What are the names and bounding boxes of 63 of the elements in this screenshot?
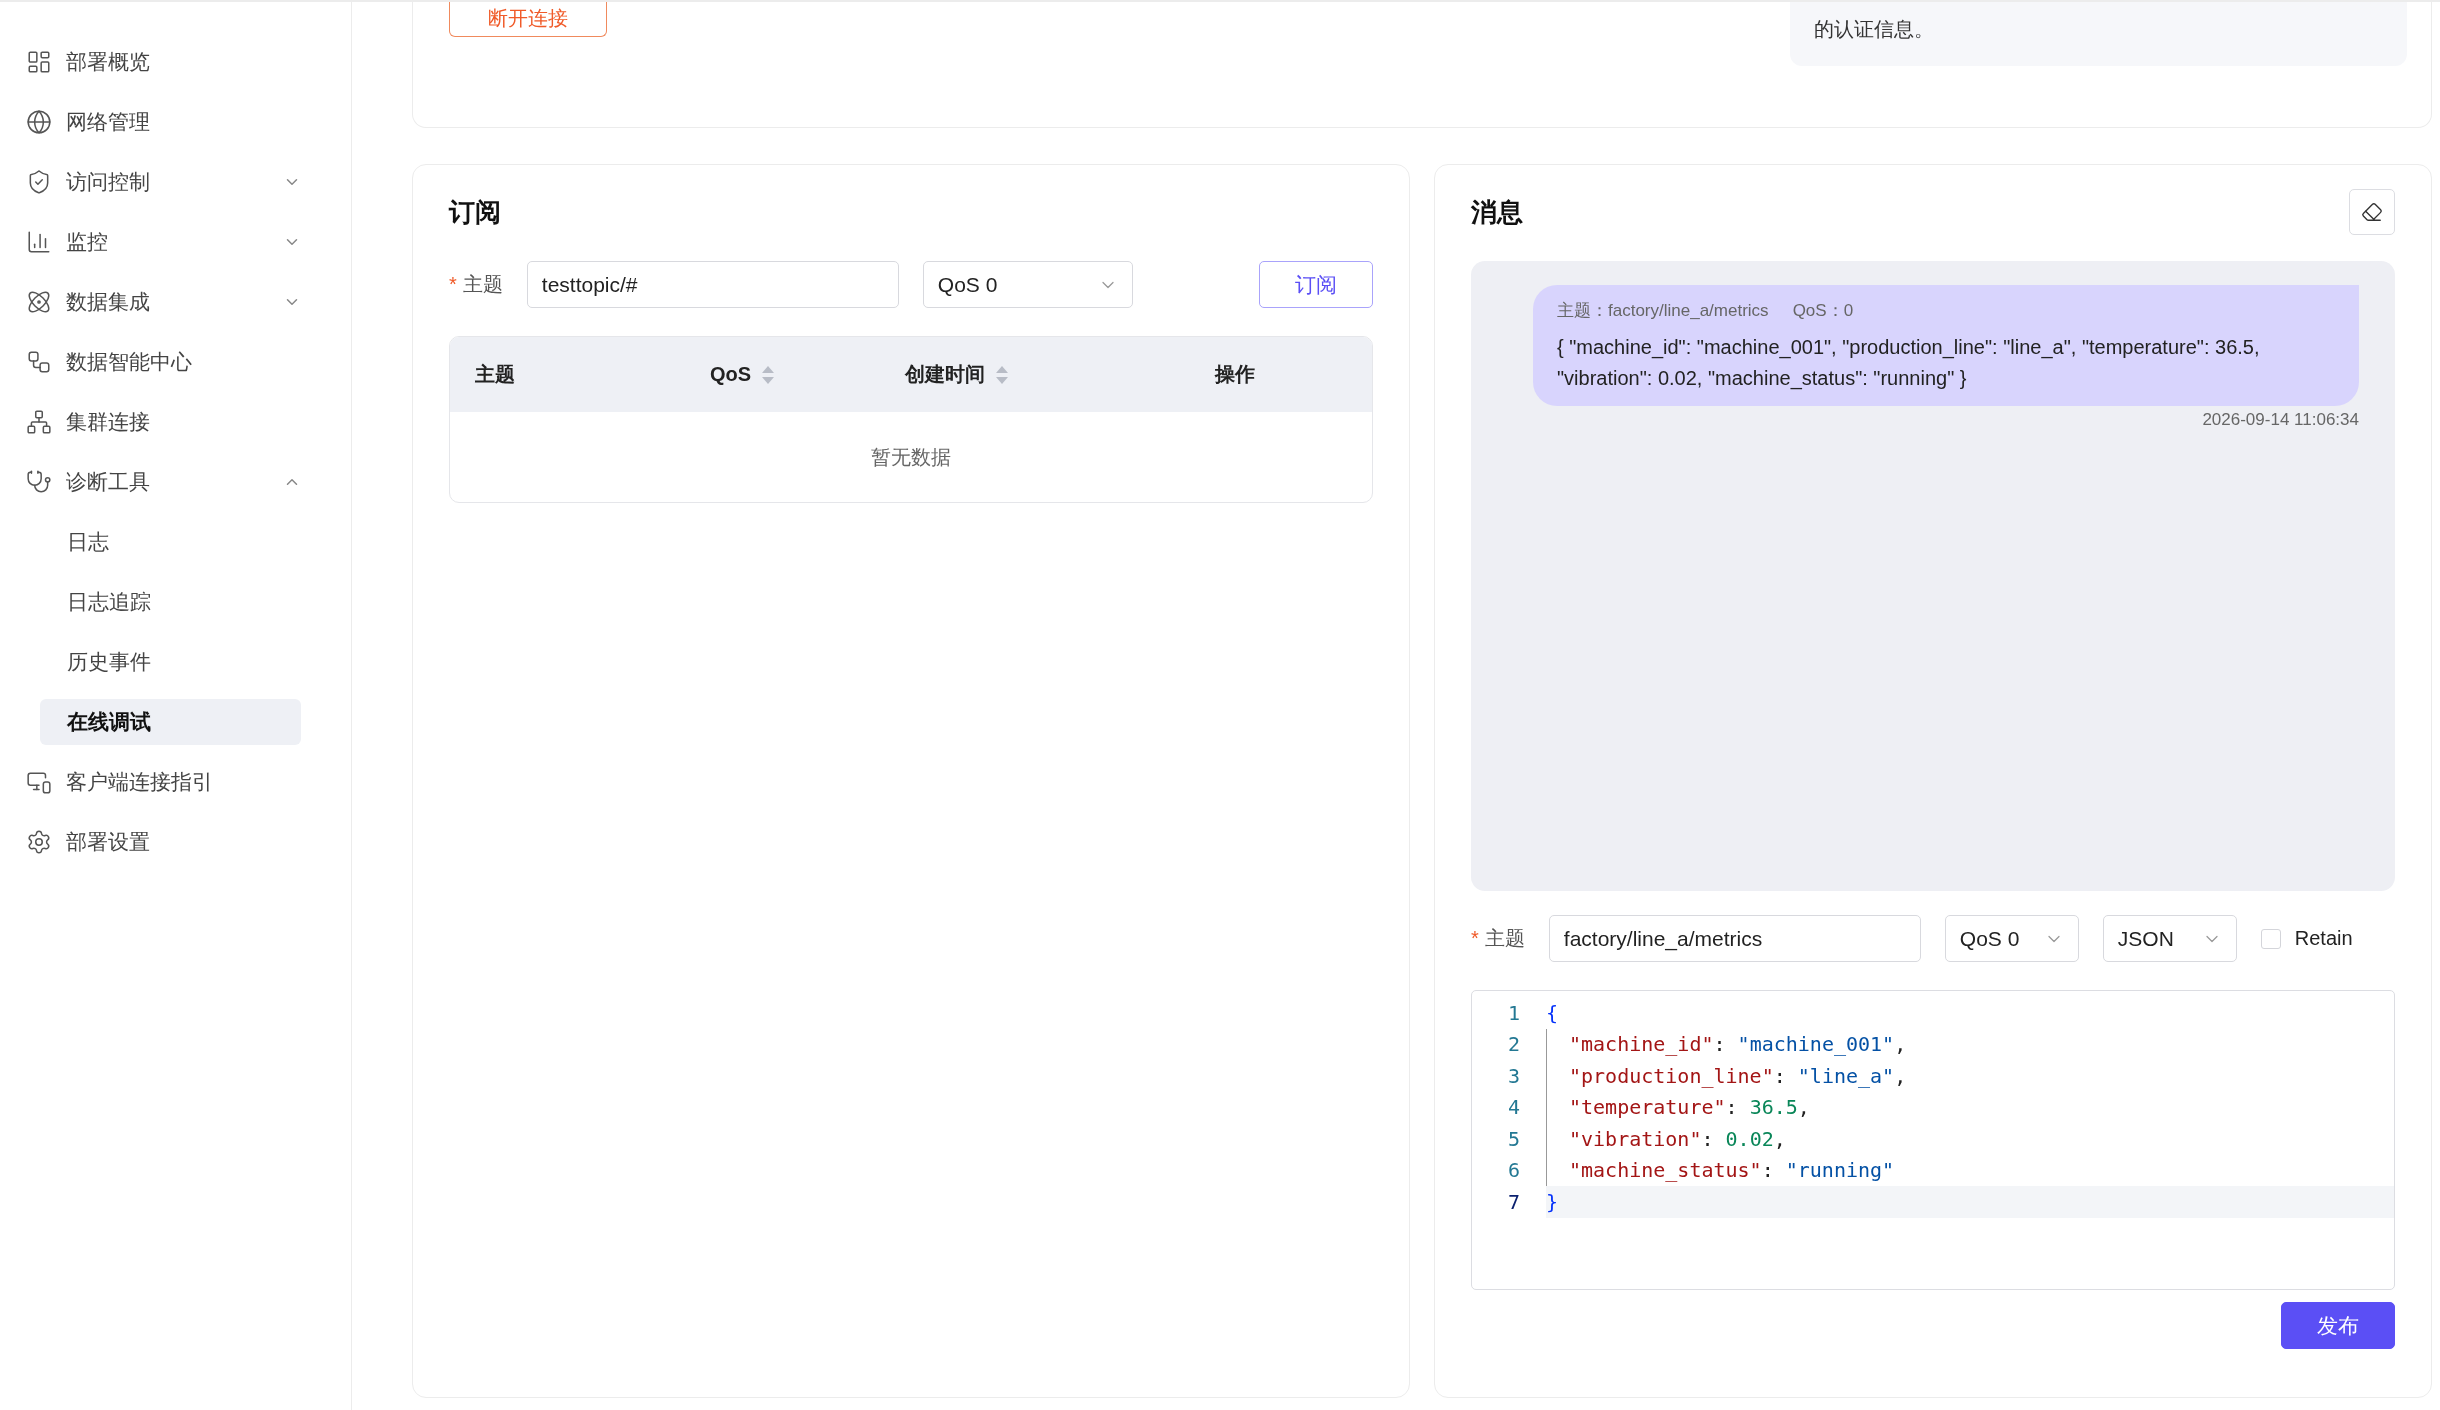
subscribe-button[interactable]: 订阅 — [1259, 261, 1373, 308]
submenu-item[interactable]: 日志 — [40, 519, 301, 565]
menu-item-icon — [26, 469, 52, 495]
line-number: 7 — [1506, 1189, 1520, 1214]
menu-item-icon — [26, 829, 52, 855]
field-label: 主题 — [462, 273, 503, 295]
menu-item-icon — [26, 109, 52, 135]
card-title: 订阅 — [449, 195, 501, 229]
sidebar-item[interactable]: 网络管理 — [26, 99, 301, 145]
menu-item-icon — [26, 289, 52, 315]
menu-item-icon — [26, 229, 52, 255]
format-select[interactable]: JSON — [2102, 915, 2237, 962]
line-number: 6 — [1506, 1158, 1520, 1183]
code-editor[interactable]: 1 { 2 "machine_id": "machine_001", 3 "production_line": "line_a", 4 "temperature": 36.5, 5 "vibration": 0.02, 6 "machine_status": "running" 7 } — [1471, 990, 2395, 1290]
column-header[interactable]: QoS — [710, 363, 905, 386]
line-number: 1 — [1506, 1000, 1520, 1025]
line-number: 3 — [1506, 1063, 1520, 1088]
retain-checkbox[interactable] — [2260, 928, 2281, 949]
column-header[interactable]: 创建时间 — [905, 361, 1215, 388]
info-text: 的认证信息。 — [1790, 2, 2407, 66]
empty-text: 暂无数据 — [871, 444, 951, 470]
topic-input[interactable]: factory/line_a/metrics — [1548, 915, 1921, 962]
required-mark: * — [449, 273, 457, 295]
code-line: "production_line": "line_a", — [1546, 1060, 1907, 1092]
column-header: 操作 — [1215, 362, 1256, 387]
code-line: "machine_id": "machine_001", — [1546, 1028, 1907, 1060]
card-title: 消息 — [1471, 195, 1523, 229]
code-line: "vibration": 0.02, — [1546, 1123, 1786, 1155]
sidebar-item[interactable]: 监控 — [26, 219, 301, 265]
sidebar-item[interactable]: 部署设置 — [26, 819, 301, 865]
submenu-item[interactable]: 日志追踪 — [40, 579, 301, 625]
publish-button[interactable]: 发布 — [2281, 1302, 2395, 1349]
line-number: 2 — [1506, 1032, 1520, 1057]
line-number: 5 — [1506, 1126, 1520, 1151]
required-mark: * — [1471, 927, 1479, 949]
code-line: } — [1546, 1188, 1559, 1216]
column-header: 主题 — [475, 362, 516, 387]
sidebar-item[interactable]: 诊断工具 — [26, 459, 301, 505]
eraser-icon — [2361, 201, 2383, 223]
line-number: 4 — [1506, 1095, 1520, 1120]
retain-label: Retain — [2294, 927, 2353, 950]
field-label: 主题 — [1484, 927, 1525, 949]
menu-item-icon — [26, 409, 52, 435]
sidebar-item[interactable]: 数据智能中心 — [26, 339, 301, 385]
code-line: { — [1546, 999, 1559, 1027]
menu-item-icon — [26, 349, 52, 375]
clear-button[interactable] — [2349, 189, 2395, 235]
submenu-item[interactable]: 历史事件 — [40, 639, 301, 685]
message-qos: QoS：0 — [1792, 300, 1854, 322]
qos-select[interactable]: QoS 0 — [922, 261, 1133, 308]
topic-input[interactable]: testtopic/# — [526, 261, 899, 308]
message-topic: 主题：factory/line_a/metrics — [1557, 300, 1769, 322]
sidebar-item[interactable]: 客户端连接指引 — [26, 759, 301, 805]
submenu-item[interactable]: 在线调试 — [40, 699, 301, 745]
sidebar-item[interactable]: 集群连接 — [26, 399, 301, 445]
menu-item-icon — [26, 49, 52, 75]
sidebar-item[interactable]: 数据集成 — [26, 279, 301, 325]
message-time: 2026-09-14 11:06:34 — [2202, 410, 2359, 430]
message-payload: { "machine_id": "machine_001", "production_line": "line_a", "temperature": 36.5, "vibration": 0.02, "machine_status": "running" } — [1557, 335, 2261, 392]
code-line: "temperature": 36.5, — [1546, 1091, 1810, 1123]
qos-select[interactable]: QoS 0 — [1944, 915, 2079, 962]
sidebar-item[interactable]: 部署概览 — [26, 39, 301, 85]
sidebar-item[interactable]: 访问控制 — [26, 159, 301, 205]
